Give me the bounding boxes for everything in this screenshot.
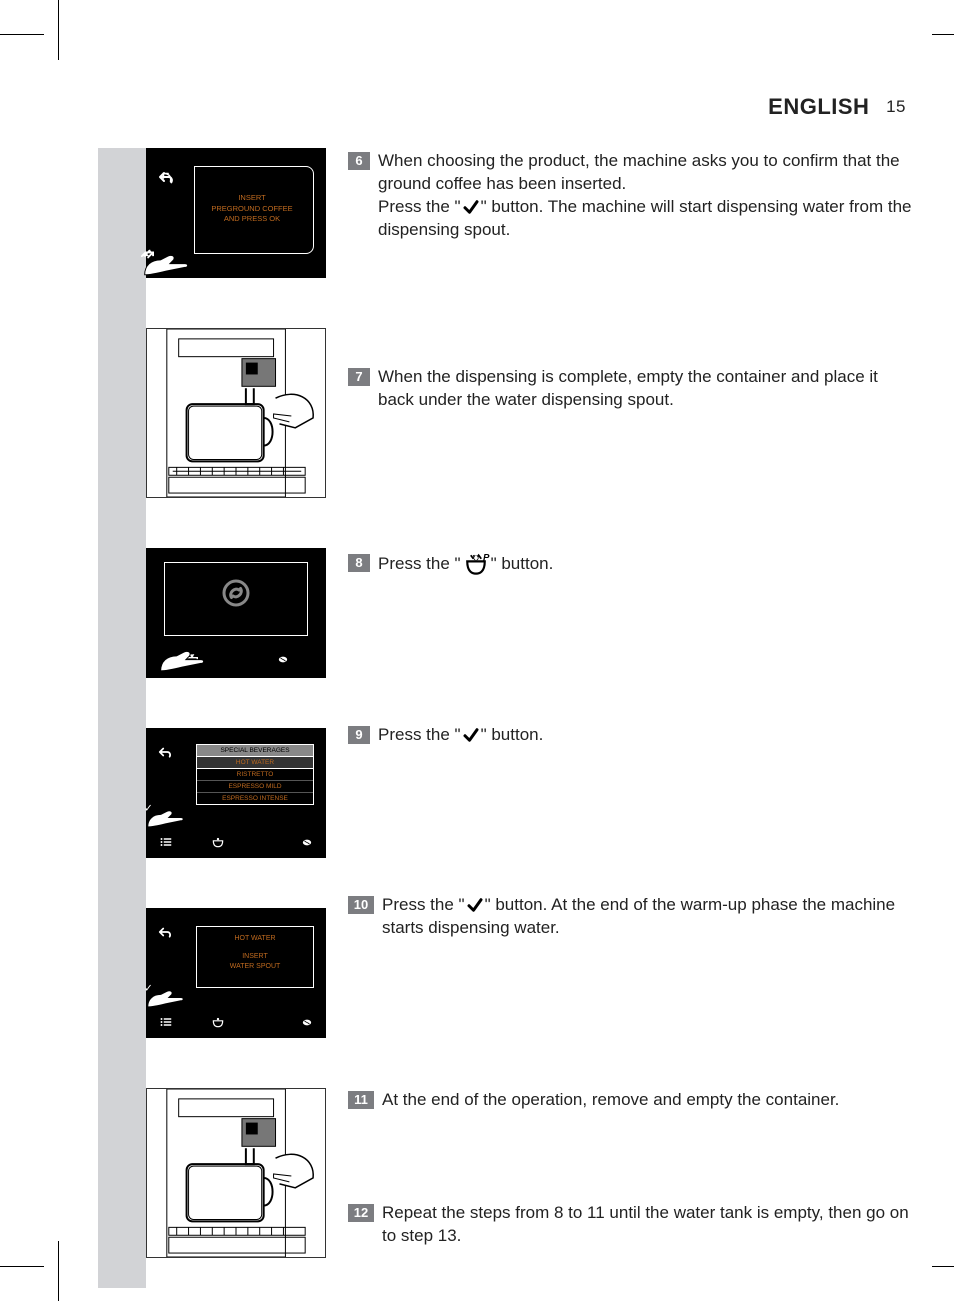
step-text: Press the " [378, 197, 461, 216]
pointing-hand-icon: ✓ [144, 796, 190, 830]
step-12: 12 Repeat the steps from 8 to 11 until t… [348, 1202, 914, 1248]
step-7: 7 When the dispensing is complete, empty… [348, 366, 914, 412]
bean-icon [278, 656, 288, 663]
menu-title: SPECIAL BEVERAGES [197, 745, 313, 756]
step-6: 6 When choosing the product, the machine… [348, 150, 914, 242]
illustration-step-10: HOT WATER INSERT WATER SPOUT [146, 908, 326, 1038]
special-beverage-icon: P [462, 552, 490, 576]
illustration-column: INSERT PREGROUND COFFEE AND PRESS OK [98, 148, 326, 1258]
step-number: 8 [348, 554, 370, 572]
special-cup-icon [211, 836, 225, 848]
svg-text:✓: ✓ [142, 246, 153, 261]
svg-text:✓: ✓ [144, 802, 153, 814]
crop-mark [0, 1266, 44, 1267]
coffee-machine-drawing [147, 1089, 325, 1257]
svg-text:✓: ✓ [144, 982, 153, 994]
step-text: When the dispensing is complete, empty t… [378, 367, 878, 409]
checkmark-icon [466, 896, 484, 914]
screen10-sub1: INSERT [197, 952, 313, 962]
step-9: 9 Press the " " button. [348, 724, 914, 747]
step-text: Press the " [378, 725, 461, 744]
step-text: Repeat the steps from 8 to 11 until the … [382, 1203, 909, 1245]
step-11: 11 At the end of the operation, remove a… [348, 1089, 914, 1112]
menu-list: SPECIAL BEVERAGES HOT WATER RISTRETTO ES… [196, 744, 314, 805]
step-text: Press the " [382, 895, 465, 914]
screen-message-box: HOT WATER INSERT WATER SPOUT [196, 926, 314, 988]
screen6-line1: INSERT [195, 193, 309, 204]
language-label: ENGLISH [768, 94, 869, 119]
back-arrow-icon [158, 170, 174, 184]
brand-logo-icon [221, 578, 251, 608]
menu-item-selected: HOT WATER [196, 756, 314, 769]
step-number: 12 [348, 1204, 374, 1222]
pointing-hand-icon: ✓ [140, 238, 196, 278]
screen6-line2: PREGROUND COFFEE [195, 204, 309, 215]
illustration-step-8 [146, 548, 326, 678]
page-header: ENGLISH 15 [98, 94, 914, 120]
page-number: 15 [886, 97, 906, 116]
coffee-machine-drawing [147, 329, 325, 497]
screen10-sub2: WATER SPOUT [197, 962, 313, 972]
pointing-hand-icon: ✓ [144, 976, 190, 1010]
step-number: 10 [348, 896, 374, 914]
step-text: " button. [491, 554, 554, 573]
step-text: Press the " [378, 554, 461, 573]
menu-item: RISTRETTO [197, 769, 313, 781]
step-text: When choosing the product, the machine a… [378, 151, 900, 193]
step-text: " button. [481, 725, 544, 744]
special-cup-icon [211, 1016, 225, 1028]
back-arrow-icon [158, 746, 172, 758]
list-icon [160, 1017, 172, 1027]
screen6-line3: AND PRESS OK [195, 214, 309, 225]
crop-mark [0, 34, 44, 35]
svg-text:P: P [483, 552, 490, 563]
menu-item: ESPRESSO MILD [197, 781, 313, 793]
step-8: 8 Press the " P " button. [348, 552, 914, 576]
screen10-title: HOT WATER [197, 935, 313, 942]
bean-icon [302, 839, 312, 846]
menu-item: ESPRESSO INTENSE [197, 793, 313, 804]
step-text: At the end of the operation, remove and … [382, 1090, 839, 1109]
bean-icon [302, 1019, 312, 1026]
step-10: 10 Press the "" button. At the end of th… [348, 894, 914, 940]
step-number: 11 [348, 1091, 374, 1109]
screen-message-box: INSERT PREGROUND COFFEE AND PRESS OK [194, 166, 314, 254]
instruction-column: 6 When choosing the product, the machine… [348, 148, 914, 1258]
back-arrow-icon [158, 926, 172, 938]
pointing-hand-icon [156, 634, 212, 674]
grey-index-strip [98, 148, 146, 1288]
illustration-step-7 [146, 328, 326, 498]
page-body: ENGLISH 15 INSERT [58, 34, 954, 1267]
checkmark-icon [462, 726, 480, 744]
illustration-step-9: SPECIAL BEVERAGES HOT WATER RISTRETTO ES… [146, 728, 326, 858]
content-area: INSERT PREGROUND COFFEE AND PRESS OK [98, 148, 914, 1258]
illustration-step-11 [146, 1088, 326, 1258]
illustration-step-6: INSERT PREGROUND COFFEE AND PRESS OK [146, 148, 326, 278]
step-number: 9 [348, 726, 370, 744]
checkmark-icon [462, 198, 480, 216]
list-icon [160, 837, 172, 847]
step-number: 6 [348, 152, 370, 170]
step-number: 7 [348, 368, 370, 386]
